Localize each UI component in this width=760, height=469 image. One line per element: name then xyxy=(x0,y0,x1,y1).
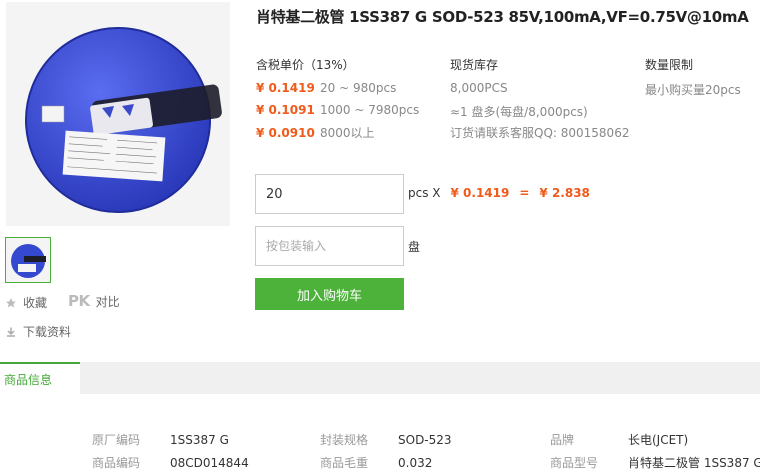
price-header: 含税单价（13%） xyxy=(256,58,355,72)
info-value: 0.032 xyxy=(398,456,433,469)
info-key: 原厂编码 xyxy=(92,433,141,447)
min-purchase: 最小购买量20pcs xyxy=(645,83,741,97)
info-key: 封装规格 xyxy=(320,433,369,447)
tier-range: 20 ~ 980pcs xyxy=(320,81,397,95)
favorite-label: 收藏 xyxy=(23,296,48,310)
product-thumbnail[interactable] xyxy=(5,237,51,283)
info-value: 肖特基二极管 1SS387 G xyxy=(628,456,760,469)
thumbnail-image xyxy=(8,240,48,280)
price-tier: ¥ 0.0910 8000以上 xyxy=(256,124,375,141)
reel-quantity-input[interactable] xyxy=(255,226,404,266)
info-key: 商品毛重 xyxy=(320,456,369,469)
pk-icon: PK xyxy=(68,292,90,310)
info-value: SOD-523 xyxy=(398,433,452,447)
tier-price: ¥ 0.1419 xyxy=(256,81,315,95)
info-value: 08CD014844 xyxy=(170,456,249,469)
qty-unit-label: pcs X xyxy=(408,186,441,200)
info-item: 商品型号 肖特基二极管 1SS387 G xyxy=(550,454,760,469)
info-key: 商品型号 xyxy=(550,456,599,469)
price-tier: ¥ 0.1091 1000 ~ 7980pcs xyxy=(256,103,419,117)
stock-quantity: 8,000PCS xyxy=(450,81,508,95)
calc-equals: = xyxy=(519,186,530,200)
star-icon xyxy=(6,297,16,307)
info-value: 长电(JCET) xyxy=(628,433,689,447)
tier-range: 8000以上 xyxy=(320,126,375,140)
add-to-cart-button[interactable]: 加入购物车 xyxy=(255,278,404,310)
info-item: 商品编码 08CD014844 xyxy=(92,454,249,469)
tab-product-info[interactable]: 商品信息 xyxy=(0,362,80,394)
info-item: 封装规格 SOD-523 xyxy=(320,431,452,448)
compare-label: 对比 xyxy=(95,294,120,309)
info-key: 商品编码 xyxy=(92,456,141,469)
compare-button[interactable]: PK 对比 xyxy=(68,292,120,310)
info-item: 原厂编码 1SS387 G xyxy=(92,431,229,448)
detail-tab-bar: 商品信息 xyxy=(0,362,760,394)
stock-reel-info: ≈1 盘多(每盘/8,000pcs) xyxy=(450,105,588,119)
price-tier: ¥ 0.1419 20 ~ 980pcs xyxy=(256,81,396,95)
product-title: 肖特基二极管 1SS387 G SOD-523 85V,100mA,VF=0.7… xyxy=(256,8,749,26)
calc-total: ¥ 2.838 xyxy=(539,186,590,200)
product-main-image[interactable] xyxy=(6,2,230,226)
stock-contact: 订货请联系客服QQ: 800158062 xyxy=(450,126,630,140)
calc-unit-price: ¥ 0.1419 xyxy=(450,186,510,200)
stock-header: 现货库存 xyxy=(450,58,499,72)
price-calculation: pcs X ¥ 0.1419 = ¥ 2.838 xyxy=(408,186,590,200)
tier-price: ¥ 0.1091 xyxy=(256,103,315,117)
info-item: 商品毛重 0.032 xyxy=(320,454,432,469)
tier-range: 1000 ~ 7980pcs xyxy=(320,103,420,117)
quantity-input[interactable] xyxy=(255,174,404,214)
limit-header: 数量限制 xyxy=(645,58,694,72)
tape-reel-image xyxy=(25,27,222,213)
info-value: 1SS387 G xyxy=(170,433,229,447)
download-icon xyxy=(7,327,15,337)
info-item: 品牌 长电(JCET) xyxy=(550,431,688,448)
download-label: 下载资料 xyxy=(23,325,72,339)
favorite-button[interactable]: 收藏 xyxy=(5,294,47,311)
reel-unit-label: 盘 xyxy=(408,240,421,254)
tier-price: ¥ 0.0910 xyxy=(256,126,315,140)
info-key: 品牌 xyxy=(550,433,575,447)
download-datasheet-button[interactable]: 下载资料 xyxy=(5,323,71,340)
